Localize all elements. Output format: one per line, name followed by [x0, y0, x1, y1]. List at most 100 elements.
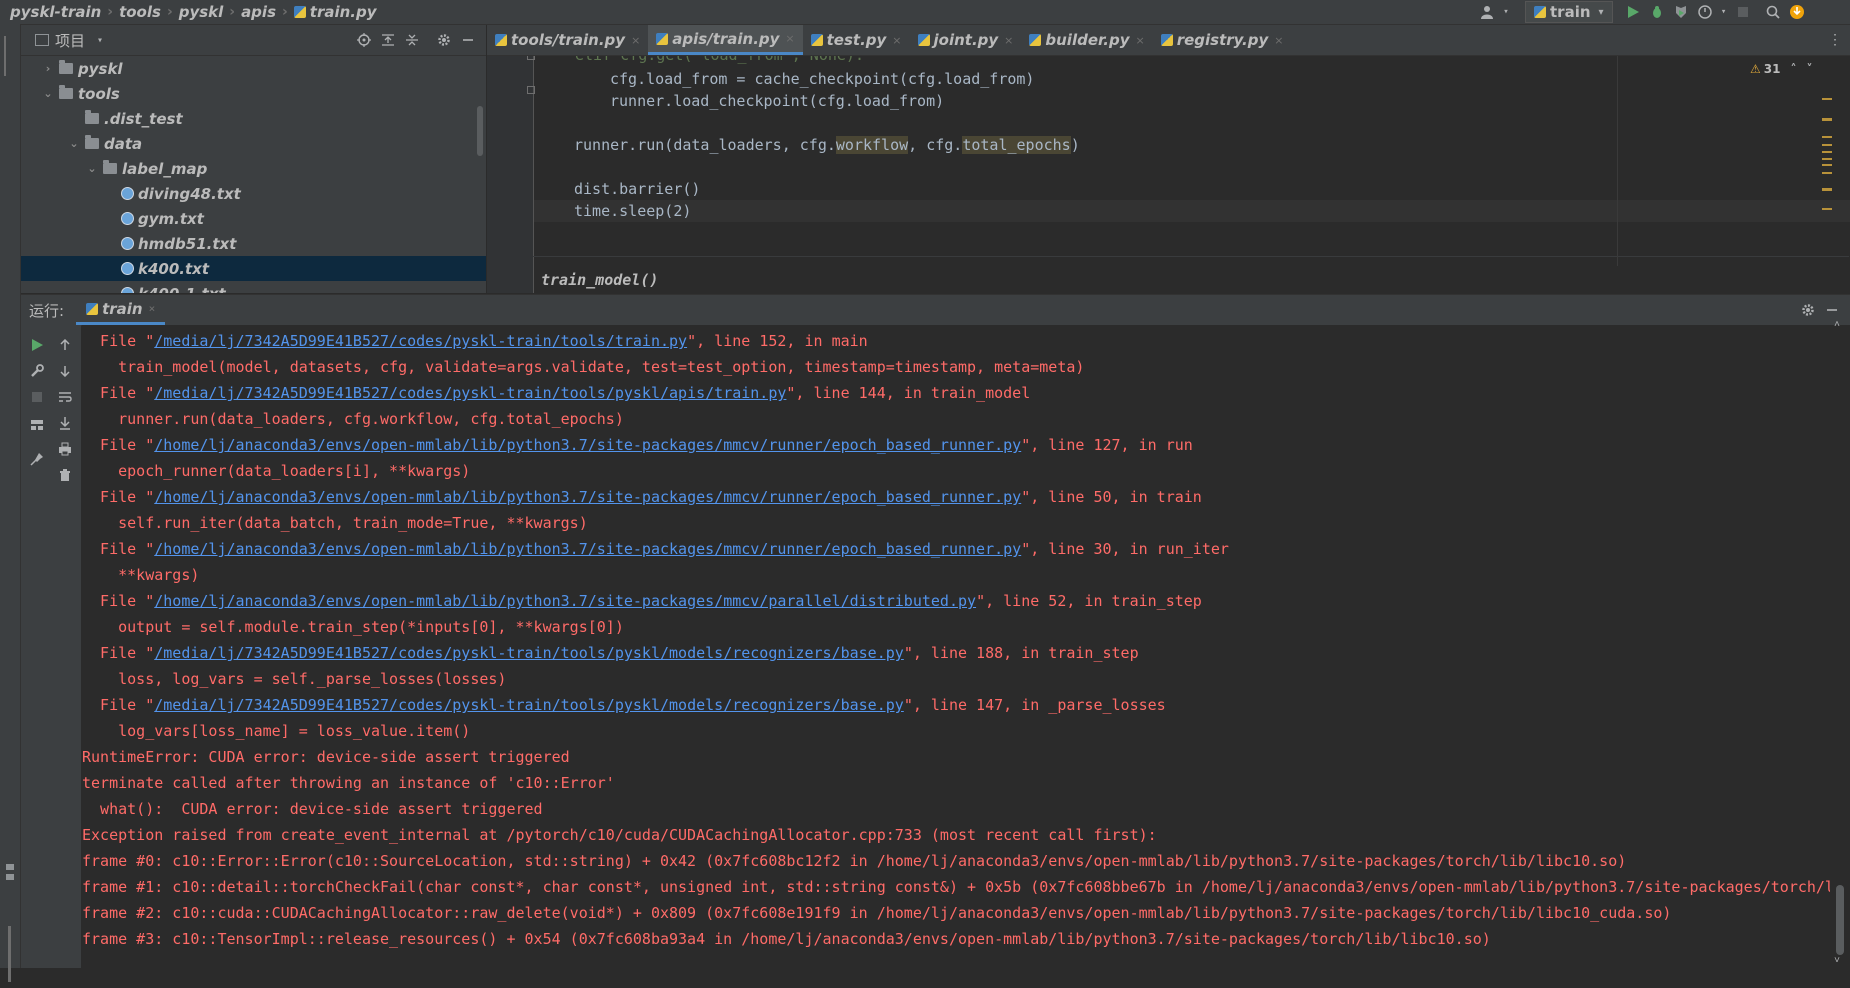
- chevron-right-icon[interactable]: ›: [41, 62, 55, 75]
- close-icon[interactable]: ×: [892, 34, 901, 47]
- fold-icon[interactable]: [527, 56, 535, 60]
- tab-test-py[interactable]: test.py ×: [803, 25, 910, 55]
- console-scrollbar[interactable]: ˄ ˅: [1830, 319, 1850, 968]
- close-icon[interactable]: ×: [1274, 34, 1283, 47]
- coverage-icon[interactable]: [1671, 2, 1691, 22]
- tree-item-hmdb51[interactable]: hmdb51.txt: [21, 231, 486, 256]
- chevron-down-icon[interactable]: ▾: [1719, 2, 1729, 22]
- person-icon[interactable]: [1477, 2, 1497, 22]
- tab-joint-py[interactable]: joint.py ×: [910, 25, 1022, 55]
- file-link[interactable]: /media/lj/7342A5D99E41B527/codes/pyskl-t…: [154, 696, 904, 714]
- print-icon[interactable]: [55, 439, 75, 459]
- more-tabs-icon[interactable]: ⋮: [1828, 25, 1842, 55]
- file-link[interactable]: /home/lj/anaconda3/envs/open-mmlab/lib/p…: [154, 540, 1021, 558]
- scrollbar-thumb[interactable]: [1836, 885, 1844, 955]
- chevron-down-icon[interactable]: ⌄: [67, 137, 81, 150]
- close-icon[interactable]: ×: [149, 302, 156, 315]
- file-link[interactable]: /media/lj/7342A5D99E41B527/codes/pyskl-t…: [154, 644, 904, 662]
- text-file-icon: [121, 287, 134, 293]
- tree-item-diving48[interactable]: diving48.txt: [21, 181, 486, 206]
- tab-label: builder.py: [1045, 31, 1130, 49]
- debug-icon[interactable]: [1647, 2, 1667, 22]
- arrow-up-icon[interactable]: [55, 335, 75, 355]
- pin-icon[interactable]: [27, 449, 47, 469]
- tree-item-k400-1[interactable]: k400-1.txt: [21, 281, 486, 293]
- update-icon[interactable]: [1787, 2, 1807, 22]
- tab-label: tools/train.py: [511, 31, 626, 49]
- file-link[interactable]: /media/lj/7342A5D99E41B527/codes/pyskl-t…: [154, 332, 687, 350]
- next-highlight-icon[interactable]: ˅: [1806, 62, 1812, 76]
- stop-icon[interactable]: [27, 387, 47, 407]
- code-editor[interactable]: elif cfg.get('load_from', None): cfg.loa…: [487, 56, 1850, 293]
- soft-wrap-icon[interactable]: [55, 387, 75, 407]
- scroll-to-end-icon[interactable]: [55, 413, 75, 433]
- tree-item-k400[interactable]: k400.txt: [21, 256, 486, 281]
- console-text: File ": [82, 436, 155, 454]
- console-line: log_vars[loss_name] = loss_value.item(): [82, 722, 471, 740]
- gear-icon[interactable]: [434, 30, 454, 50]
- locate-icon[interactable]: [354, 30, 374, 50]
- fold-icon[interactable]: [527, 86, 535, 94]
- inspection-widget[interactable]: ⚠ 31 ˄ ˅: [1750, 62, 1812, 76]
- close-icon[interactable]: ×: [1135, 34, 1144, 47]
- tree-item-data[interactable]: ⌄ data: [21, 131, 486, 156]
- chevron-down-icon[interactable]: ▾: [97, 35, 103, 46]
- tree-item-tools[interactable]: ⌄ tools: [21, 81, 486, 106]
- project-panel-title[interactable]: 项目: [55, 30, 85, 51]
- file-link[interactable]: /home/lj/anaconda3/envs/open-mmlab/lib/p…: [154, 592, 976, 610]
- profile-icon[interactable]: [1695, 2, 1715, 22]
- console-text: File ": [82, 384, 155, 402]
- minimize-icon[interactable]: [458, 30, 478, 50]
- close-icon[interactable]: ×: [1004, 34, 1013, 47]
- stop-icon[interactable]: [1733, 2, 1753, 22]
- error-stripe[interactable]: [1820, 96, 1834, 216]
- warning-icon: ⚠: [1750, 62, 1761, 76]
- function-breadcrumb[interactable]: train_model(): [541, 271, 658, 289]
- file-link[interactable]: /home/lj/anaconda3/envs/open-mmlab/lib/p…: [154, 436, 1021, 454]
- left-tool-strip: [0, 24, 21, 982]
- tab-tools-train-py[interactable]: tools/train.py ×: [487, 25, 648, 55]
- rerun-icon[interactable]: [27, 335, 47, 355]
- tree-item-label-map[interactable]: ⌄ label_map: [21, 156, 486, 181]
- run-configuration-select[interactable]: train ▾: [1525, 1, 1613, 23]
- structure-tool-window-button[interactable]: [4, 844, 16, 884]
- breadcrumb-apis[interactable]: apis: [241, 3, 276, 21]
- arrow-down-icon[interactable]: [55, 361, 75, 381]
- close-icon[interactable]: ×: [785, 32, 794, 45]
- tree-item-pyskl[interactable]: › pyskl: [21, 56, 486, 81]
- console-text: ", line 188, in train_step: [903, 644, 1139, 662]
- tree-item-dist-test[interactable]: .dist_test: [21, 106, 486, 131]
- scroll-down-icon[interactable]: ˅: [1834, 955, 1840, 967]
- tab-registry-py[interactable]: registry.py ×: [1153, 25, 1292, 55]
- tab-apis-train-py[interactable]: apis/train.py ×: [648, 25, 803, 55]
- close-icon[interactable]: ×: [631, 34, 640, 47]
- tab-builder-py[interactable]: builder.py ×: [1021, 25, 1152, 55]
- run-console[interactable]: File "/media/lj/7342A5D99E41B527/codes/p…: [82, 325, 1830, 968]
- console-line: loss, log_vars = self._parse_losses(loss…: [82, 670, 507, 688]
- chevron-down-icon[interactable]: ▾: [1501, 2, 1511, 22]
- project-tool-window-button[interactable]: [4, 36, 18, 76]
- file-link[interactable]: /media/lj/7342A5D99E41B527/codes/pyskl-t…: [154, 384, 786, 402]
- wrench-icon[interactable]: [27, 361, 47, 381]
- run-tab-train[interactable]: train ×: [76, 295, 166, 325]
- expand-all-icon[interactable]: [378, 30, 398, 50]
- run-icon[interactable]: [1623, 2, 1643, 22]
- breadcrumb-pyskl[interactable]: pyskl: [179, 3, 224, 21]
- chevron-down-icon[interactable]: ⌄: [41, 87, 55, 100]
- previous-highlight-icon[interactable]: ˄: [1790, 62, 1796, 76]
- tree-item-gym[interactable]: gym.txt: [21, 206, 486, 231]
- breadcrumb-file[interactable]: train.py: [310, 3, 377, 21]
- tree-scrollbar[interactable]: [477, 106, 483, 156]
- collapse-all-icon[interactable]: [402, 30, 422, 50]
- breadcrumb-project[interactable]: pyskl-train: [10, 3, 101, 21]
- bookmarks-tool-window-button[interactable]: [4, 924, 16, 984]
- file-link[interactable]: /home/lj/anaconda3/envs/open-mmlab/lib/p…: [154, 488, 1021, 506]
- chevron-down-icon[interactable]: ⌄: [85, 162, 99, 175]
- breadcrumb-tools[interactable]: tools: [119, 3, 161, 21]
- layout-icon[interactable]: [27, 415, 47, 435]
- search-icon[interactable]: [1763, 2, 1783, 22]
- minimize-icon[interactable]: [1822, 300, 1842, 320]
- trash-icon[interactable]: [55, 465, 75, 485]
- gear-icon[interactable]: [1798, 300, 1818, 320]
- scroll-up-icon[interactable]: ˄: [1834, 319, 1840, 331]
